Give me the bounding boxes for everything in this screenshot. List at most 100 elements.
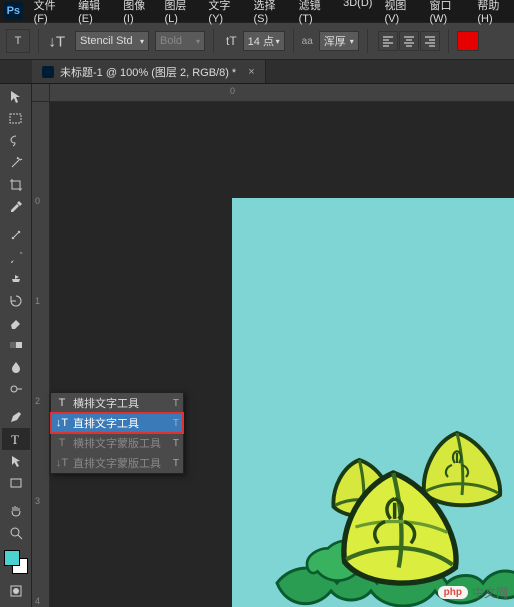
move-tool[interactable] bbox=[2, 86, 30, 108]
ctx-shortcut: T bbox=[173, 438, 179, 449]
ctx-shortcut: T bbox=[173, 458, 179, 469]
type-horizontal-icon: T bbox=[55, 397, 69, 409]
toolbox: T bbox=[0, 84, 32, 607]
ruler-mark: 0 bbox=[230, 86, 235, 96]
menu-view[interactable]: 视图(V) bbox=[381, 0, 420, 27]
menu-select[interactable]: 选择(S) bbox=[251, 0, 290, 27]
quick-mask-toggle[interactable] bbox=[2, 580, 30, 602]
brush-tool[interactable] bbox=[2, 246, 30, 268]
menu-filter[interactable]: 滤镜(T) bbox=[296, 0, 335, 27]
lasso-tool[interactable] bbox=[2, 130, 30, 152]
font-size-input[interactable]: 14 点 ▾ bbox=[243, 31, 285, 51]
shape-tool[interactable] bbox=[2, 472, 30, 494]
text-color-swatch[interactable] bbox=[457, 31, 479, 51]
eyedropper-tool[interactable] bbox=[2, 196, 30, 218]
ctx-label: 直排文字工具 bbox=[73, 415, 139, 431]
close-icon[interactable]: × bbox=[248, 66, 254, 78]
ctx-label: 横排文字蒙版工具 bbox=[73, 435, 161, 451]
healing-brush-tool[interactable] bbox=[2, 224, 30, 246]
watermark-text: 中文网 bbox=[472, 584, 508, 601]
document-icon bbox=[42, 66, 54, 78]
menu-help[interactable]: 帮助(H) bbox=[474, 0, 514, 27]
ruler-origin[interactable] bbox=[32, 84, 50, 102]
path-selection-tool[interactable] bbox=[2, 450, 30, 472]
svg-text:T: T bbox=[11, 432, 19, 447]
clone-stamp-tool[interactable] bbox=[2, 268, 30, 290]
menu-layer[interactable]: 图层(L) bbox=[161, 0, 199, 27]
antialias-value: 浑厚 bbox=[324, 33, 346, 49]
ctx-shortcut: T bbox=[173, 398, 179, 409]
svg-text:↓T: ↓T bbox=[48, 34, 65, 51]
hand-tool[interactable] bbox=[2, 500, 30, 522]
ruler-vertical[interactable]: 0 1 2 3 4 bbox=[32, 102, 50, 607]
chevron-down-icon: ▾ bbox=[276, 37, 280, 46]
ctx-shortcut: T bbox=[173, 418, 179, 429]
font-style-value: Bold bbox=[160, 35, 182, 47]
font-size-icon: tT bbox=[226, 34, 237, 48]
ctx-horizontal-type-mask[interactable]: T 横排文字蒙版工具 T bbox=[51, 433, 183, 453]
divider bbox=[38, 29, 39, 53]
document-tab-bar: 未标题-1 @ 100% (图层 2, RGB/8) * × bbox=[0, 60, 514, 84]
chevron-down-icon: ▾ bbox=[350, 37, 354, 46]
ruler-mark: 3 bbox=[35, 496, 40, 506]
zoom-tool[interactable] bbox=[2, 522, 30, 544]
ruler-mark: 0 bbox=[35, 196, 40, 206]
divider bbox=[293, 29, 294, 53]
app-logo: Ps bbox=[4, 2, 23, 20]
font-family-select[interactable]: Stencil Std ▾ bbox=[75, 31, 149, 51]
marquee-tool[interactable] bbox=[2, 108, 30, 130]
font-size-value: 14 点 bbox=[248, 33, 274, 49]
text-align-group bbox=[378, 31, 440, 51]
watermark-badge: php bbox=[438, 586, 468, 599]
ruler-mark: 4 bbox=[35, 596, 40, 606]
font-family-value: Stencil Std bbox=[80, 35, 133, 47]
align-center-button[interactable] bbox=[399, 31, 419, 51]
antialias-label: aa bbox=[302, 36, 313, 47]
foreground-color-swatch[interactable] bbox=[4, 550, 20, 566]
canvas-illustration bbox=[267, 388, 514, 607]
menu-image[interactable]: 图像(I) bbox=[120, 0, 155, 27]
ruler-mark: 2 bbox=[35, 396, 40, 406]
menu-window[interactable]: 窗口(W) bbox=[427, 0, 469, 27]
main-area: T bbox=[0, 84, 514, 607]
menu-file[interactable]: 文件(F) bbox=[31, 0, 70, 27]
text-orientation-toggle[interactable]: ↓T bbox=[47, 30, 69, 52]
gradient-tool[interactable] bbox=[2, 334, 30, 356]
antialias-select[interactable]: 浑厚 ▾ bbox=[319, 31, 359, 51]
blur-tool[interactable] bbox=[2, 356, 30, 378]
ruler-mark: 1 bbox=[35, 296, 40, 306]
chevron-down-icon: ▾ bbox=[140, 37, 144, 46]
font-style-select[interactable]: Bold ▾ bbox=[155, 31, 205, 51]
chevron-down-icon: ▾ bbox=[196, 37, 200, 46]
ctx-horizontal-type[interactable]: T 横排文字工具 T bbox=[51, 393, 183, 413]
ctx-label: 横排文字工具 bbox=[73, 395, 139, 411]
type-mask-horizontal-icon: T bbox=[55, 437, 69, 449]
type-tool[interactable]: T bbox=[2, 428, 30, 450]
canvas-viewport[interactable] bbox=[50, 102, 514, 607]
document-tab[interactable]: 未标题-1 @ 100% (图层 2, RGB/8) * × bbox=[32, 60, 266, 83]
color-swatches[interactable] bbox=[4, 550, 28, 574]
menu-type[interactable]: 文字(Y) bbox=[205, 0, 244, 27]
magic-wand-tool[interactable] bbox=[2, 152, 30, 174]
ctx-label: 直排文字蒙版工具 bbox=[73, 455, 161, 471]
eraser-tool[interactable] bbox=[2, 312, 30, 334]
divider bbox=[213, 29, 214, 53]
align-left-button[interactable] bbox=[378, 31, 398, 51]
type-mask-vertical-icon: ↓T bbox=[55, 457, 69, 469]
menu-edit[interactable]: 编辑(E) bbox=[75, 0, 114, 27]
type-tool-flyout: T 横排文字工具 T ↓T 直排文字工具 T T 横排文字蒙版工具 T ↓T 直… bbox=[50, 392, 184, 474]
ctx-vertical-type[interactable]: ↓T 直排文字工具 T bbox=[51, 413, 183, 433]
menu-3d[interactable]: 3D(D) bbox=[340, 0, 375, 27]
menu-bar: 文件(F) 编辑(E) 图像(I) 图层(L) 文字(Y) 选择(S) 滤镜(T… bbox=[31, 0, 514, 27]
dodge-tool[interactable] bbox=[2, 378, 30, 400]
ctx-vertical-type-mask[interactable]: ↓T 直排文字蒙版工具 T bbox=[51, 453, 183, 473]
crop-tool[interactable] bbox=[2, 174, 30, 196]
history-brush-tool[interactable] bbox=[2, 290, 30, 312]
ruler-horizontal[interactable]: 0 bbox=[50, 84, 514, 102]
artboard[interactable] bbox=[232, 198, 514, 607]
pen-tool[interactable] bbox=[2, 406, 30, 428]
watermark: php 中文网 bbox=[438, 584, 508, 601]
divider bbox=[367, 29, 368, 53]
align-right-button[interactable] bbox=[420, 31, 440, 51]
current-tool-icon[interactable]: T bbox=[6, 29, 30, 53]
